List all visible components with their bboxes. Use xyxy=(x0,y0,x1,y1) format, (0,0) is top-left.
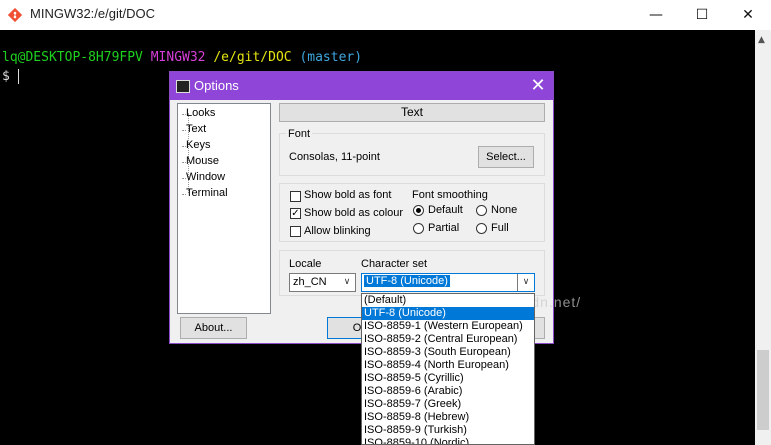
bold-as-colour-checkbox[interactable]: ✓ xyxy=(290,208,301,219)
terminal-scrollbar[interactable]: ▲ xyxy=(755,30,771,445)
prompt-user-host: lq@DESKTOP-8H79FPV xyxy=(2,50,143,65)
prompt-line: lq@DESKTOP-8H79FPV MINGW32 /e/git/DOC (m… xyxy=(2,50,362,65)
charset-option[interactable]: UTF-8 (Unicode) xyxy=(362,307,534,320)
nav-item-mouse[interactable]: Mouse xyxy=(181,155,219,167)
prompt-path: /e/git/DOC xyxy=(213,50,292,65)
charset-value: UTF-8 (Unicode) xyxy=(364,275,450,287)
allow-blinking-checkbox[interactable] xyxy=(290,226,301,237)
bold-as-font-label: Show bold as font xyxy=(304,189,392,201)
nav-item-text[interactable]: Text xyxy=(181,123,206,135)
locale-select[interactable]: zh_CN ∨ xyxy=(289,273,356,292)
bold-as-font-checkbox[interactable] xyxy=(290,191,301,202)
charset-option[interactable]: ISO-8859-4 (North European) xyxy=(362,359,534,372)
smoothing-full-radio[interactable] xyxy=(476,223,487,234)
options-nav-tree: Looks Text Keys Mouse Window Terminal xyxy=(177,103,271,314)
maximize-button[interactable]: ☐ xyxy=(679,0,725,30)
font-current: Consolas, 11-point xyxy=(289,151,380,163)
close-button[interactable]: ✕ xyxy=(725,0,771,30)
charset-option[interactable]: ISO-8859-10 (Nordic) xyxy=(362,437,534,444)
select-font-button[interactable]: Select... xyxy=(478,146,534,168)
chevron-down-icon: ∨ xyxy=(517,274,534,291)
smoothing-partial-label: Partial xyxy=(428,222,460,234)
charset-option[interactable]: (Default) xyxy=(362,294,534,307)
scroll-up-icon[interactable]: ▲ xyxy=(758,35,765,45)
dialog-title: Options xyxy=(194,78,239,93)
charset-option[interactable]: ISO-8859-8 (Hebrew) xyxy=(362,411,534,424)
charset-dropdown-list[interactable]: (Default) UTF-8 (Unicode) ISO-8859-1 (West… xyxy=(361,293,535,445)
chevron-down-icon: ∨ xyxy=(343,277,351,287)
nav-item-terminal[interactable]: Terminal xyxy=(182,187,228,199)
dialog-close-icon[interactable]: ✕ xyxy=(524,74,552,98)
about-button[interactable]: About... xyxy=(180,317,247,339)
locale-label: Locale xyxy=(289,258,322,270)
text-cursor xyxy=(18,69,19,84)
maximize-icon: ☐ xyxy=(695,7,709,23)
terminal-app-icon xyxy=(176,80,190,93)
terminal-title: MINGW32:/e/git/DOC xyxy=(30,6,155,21)
allow-blinking-label: Allow blinking xyxy=(304,225,371,237)
charset-label: Character set xyxy=(361,258,428,270)
smoothing-default-label: Default xyxy=(428,204,463,216)
dialog-titlebar[interactable]: Options ✕ xyxy=(170,72,553,100)
bold-as-colour-label: Show bold as colour xyxy=(304,207,404,219)
nav-item-keys[interactable]: Keys xyxy=(181,139,210,151)
smoothing-partial-radio[interactable] xyxy=(413,223,424,234)
locale-value: zh_CN xyxy=(293,276,327,288)
nav-item-window[interactable]: Window xyxy=(181,171,225,183)
prompt-msystem: MINGW32 xyxy=(150,50,206,65)
prompt-branch: (master) xyxy=(299,50,363,65)
git-logo-icon xyxy=(8,8,22,22)
nav-item-looks[interactable]: Looks xyxy=(181,107,215,119)
minimize-button[interactable]: — xyxy=(633,0,679,30)
font-smoothing-label: Font smoothing xyxy=(412,189,488,201)
charset-option[interactable]: ISO-8859-5 (Cyrillic) xyxy=(362,372,534,385)
minimize-icon: — xyxy=(649,7,663,23)
charset-option[interactable]: ISO-8859-3 (South European) xyxy=(362,346,534,359)
smoothing-full-label: Full xyxy=(491,222,509,234)
font-group-label: Font xyxy=(286,128,313,140)
charset-select[interactable]: UTF-8 (Unicode) ∨ xyxy=(361,273,535,292)
smoothing-none-radio[interactable] xyxy=(476,205,487,216)
charset-option[interactable]: ISO-8859-2 (Central European) xyxy=(362,333,534,346)
close-icon: ✕ xyxy=(742,7,754,23)
smoothing-none-label: None xyxy=(491,204,518,216)
scrollbar-thumb[interactable] xyxy=(757,350,769,430)
charset-option[interactable]: ISO-8859-7 (Greek) xyxy=(362,398,534,411)
section-header: Text xyxy=(279,103,545,122)
smoothing-default-radio[interactable] xyxy=(413,205,424,216)
charset-option[interactable]: ISO-8859-1 (Western European) xyxy=(362,320,534,333)
prompt-symbol: $ xyxy=(2,69,10,84)
charset-option[interactable]: ISO-8859-6 (Arabic) xyxy=(362,385,534,398)
charset-option[interactable]: ISO-8859-9 (Turkish) xyxy=(362,424,534,437)
